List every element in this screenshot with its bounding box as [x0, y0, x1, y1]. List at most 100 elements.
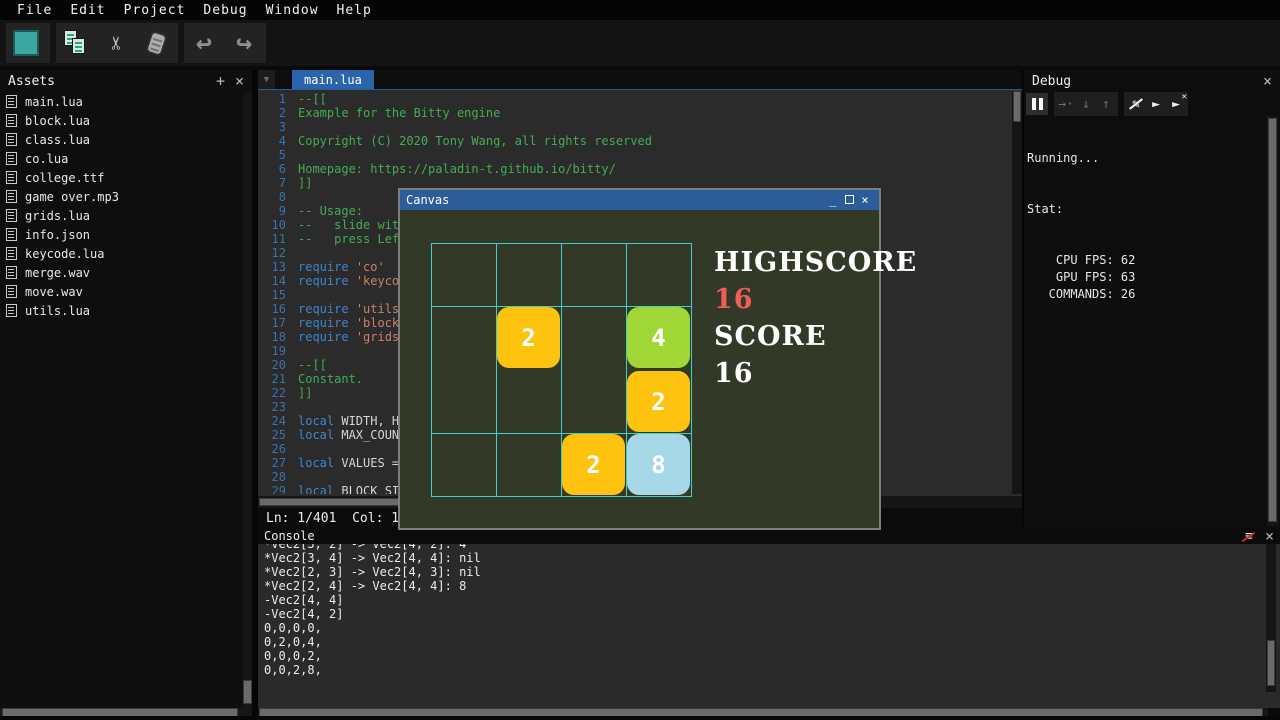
debug-stat: CPU FPS: 62	[1027, 252, 1135, 269]
redo-button[interactable]: ↪	[224, 23, 264, 63]
editor-vertical-scrollbar[interactable]	[1012, 91, 1022, 494]
debug-panel: Debug × →· ↓ ↑ ✎ ► ► Running... Stat: CP…	[1024, 70, 1280, 528]
undo-icon: ↩	[196, 30, 212, 57]
console-line: -Vec2[4, 4]	[264, 593, 1262, 607]
asset-item-utils-lua[interactable]: utils.lua	[0, 301, 242, 320]
menu-window[interactable]: Window	[257, 3, 328, 18]
ide-window: FileEditProjectDebugWindowHelp ✂ ↩	[0, 0, 1280, 720]
file-icon	[6, 95, 17, 108]
copy-icon	[63, 30, 89, 56]
debug-output: Running... Stat: CPU FPS: 62 GPU FPS: 63…	[1027, 116, 1135, 337]
debug-close-button[interactable]: ×	[1263, 74, 1272, 89]
tab-list-dropdown[interactable]: ▼	[258, 70, 275, 89]
console-output: *Vec2[3, 2] -> Vec2[4, 2]: 4*Vec2[3, 4] …	[258, 544, 1262, 692]
debug-title: Debug	[1032, 74, 1071, 89]
add-asset-button[interactable]: +	[216, 74, 225, 89]
step-out-button[interactable]: ↑	[1096, 94, 1116, 114]
file-icon	[6, 209, 17, 222]
debug-stat: COMMANDS: 26	[1027, 286, 1135, 303]
debug-vertical-scrollbar[interactable]	[1267, 116, 1278, 526]
game-canvas[interactable]: HIGHSCORE 16 SCORE 16 24228	[400, 210, 879, 528]
console-vertical-scrollbar[interactable]	[1266, 544, 1276, 692]
asset-item-class-lua[interactable]: class.lua	[0, 130, 242, 149]
clear-breakpoints-button[interactable]: ►	[1166, 94, 1186, 114]
debug-status: Running...	[1027, 150, 1135, 167]
menu-edit[interactable]: Edit	[61, 3, 114, 18]
code-line: 1--[[	[258, 92, 1012, 106]
canvas-maximize-button[interactable]	[841, 190, 857, 210]
window-bottom-edge	[0, 716, 1280, 720]
main-toolbar: ✂ ↩ ↪	[0, 20, 1280, 66]
pencil-slash-icon: ✎	[1132, 97, 1140, 112]
asset-item-co-lua[interactable]: co.lua	[0, 149, 242, 168]
breakpoint-button[interactable]: ►	[1146, 94, 1166, 114]
canvas-close-button[interactable]: ×	[857, 190, 873, 210]
console-close-button[interactable]: ×	[1265, 529, 1274, 544]
canvas-window: Canvas _ × HIGHSCORE 16 SCORE 16 24228	[398, 188, 881, 530]
assets-vertical-scrollbar[interactable]	[243, 92, 252, 708]
asset-item-info-json[interactable]: info.json	[0, 225, 242, 244]
grid-line	[691, 243, 692, 497]
menu-help[interactable]: Help	[328, 3, 381, 18]
debug-header: Debug ×	[1024, 70, 1280, 92]
clear-console-button[interactable]: ≡	[1241, 529, 1257, 544]
toggle-breakpoint-button[interactable]: ✎	[1126, 94, 1146, 114]
run-button[interactable]	[6, 23, 46, 63]
menu-project[interactable]: Project	[115, 3, 195, 18]
file-icon	[6, 133, 17, 146]
assets-header: Assets + ×	[0, 70, 252, 92]
debug-stat-label: Stat:	[1027, 201, 1135, 218]
code-line: 6Homepage: https://paladin-t.github.io/b…	[258, 162, 1012, 176]
console-line: -Vec2[4, 2]	[264, 607, 1262, 621]
console-line: 0,0,0,0,	[264, 621, 1262, 635]
highscore-value: 16	[714, 287, 917, 313]
game-tile-2: 2	[497, 307, 560, 368]
editor-tab-bar: ▼ main.lua	[258, 70, 1022, 90]
canvas-title-bar[interactable]: Canvas _ ×	[400, 190, 879, 210]
asset-item-keycode-lua[interactable]: keycode.lua	[0, 244, 242, 263]
asset-item-merge-wav[interactable]: merge.wav	[0, 263, 242, 282]
breakpoint-arrow-icon: ►	[1152, 97, 1160, 112]
console-line: *Vec2[3, 2] -> Vec2[4, 2]: 4	[264, 544, 1262, 551]
asset-item-game-over-mp3[interactable]: game over.mp3	[0, 187, 242, 206]
paste-button[interactable]	[136, 23, 176, 63]
asset-item-move-wav[interactable]: move.wav	[0, 282, 242, 301]
file-icon	[6, 247, 17, 260]
step-over-button[interactable]: →·	[1056, 94, 1076, 114]
game-tile-4: 4	[627, 307, 690, 368]
tab-main-lua[interactable]: main.lua	[292, 70, 374, 89]
copy-button[interactable]	[56, 23, 96, 63]
file-icon	[6, 228, 17, 241]
asset-item-main-lua[interactable]: main.lua	[0, 92, 242, 111]
pause-button[interactable]	[1026, 93, 1048, 115]
cursor-position: Ln: 1/401 Col: 1	[266, 511, 399, 526]
code-line: 2Example for the Bitty engine	[258, 106, 1012, 120]
file-icon	[6, 266, 17, 279]
menu-file[interactable]: File	[8, 3, 61, 18]
grid-line	[431, 243, 432, 497]
score-label: SCORE	[714, 324, 917, 350]
asset-item-grids-lua[interactable]: grids.lua	[0, 206, 242, 225]
console-line: *Vec2[3, 4] -> Vec2[4, 4]: nil	[264, 551, 1262, 565]
undo-button[interactable]: ↩	[184, 23, 224, 63]
console-panel: Console ≡ × *Vec2[3, 2] -> Vec2[4, 2]: 4…	[258, 528, 1280, 708]
maximize-icon	[845, 195, 854, 204]
step-into-button[interactable]: ↓	[1076, 94, 1096, 114]
console-line: 0,2,0,4,	[264, 635, 1262, 649]
score-value: 16	[714, 361, 917, 387]
redo-icon: ↪	[236, 30, 252, 57]
canvas-minimize-button[interactable]: _	[825, 190, 841, 210]
game-tile-2: 2	[562, 434, 625, 495]
step-out-icon: ↑	[1102, 97, 1110, 112]
assets-close-button[interactable]: ×	[235, 74, 244, 89]
console-line: 0,0,2,8,	[264, 663, 1262, 677]
pause-icon	[1032, 98, 1043, 110]
asset-item-college-ttf[interactable]: college.ttf	[0, 168, 242, 187]
menu-debug[interactable]: Debug	[194, 3, 256, 18]
assets-panel: Assets + × main.luablock.luaclass.luaco.…	[0, 70, 252, 708]
file-icon	[6, 304, 17, 317]
assets-title: Assets	[8, 74, 55, 89]
asset-item-block-lua[interactable]: block.lua	[0, 111, 242, 130]
score-block: HIGHSCORE 16 SCORE 16	[714, 250, 917, 398]
cut-button[interactable]: ✂	[96, 23, 136, 63]
